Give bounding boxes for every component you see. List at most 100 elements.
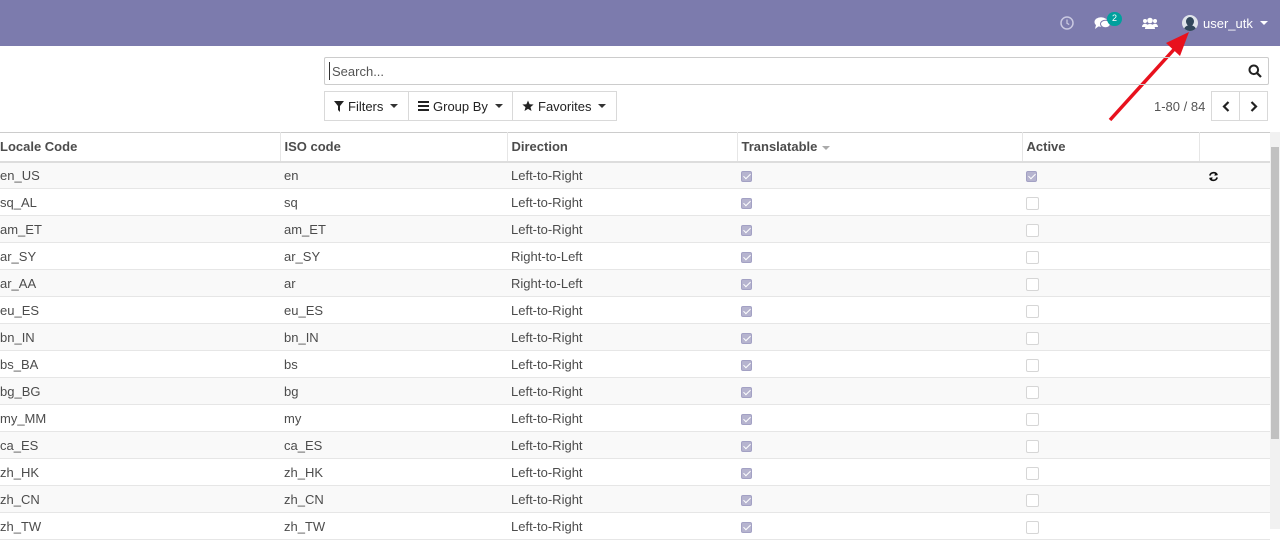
translatable-cell <box>737 350 1022 378</box>
direction-cell: Left-to-Right <box>507 188 737 216</box>
active-checkbox[interactable] <box>1026 331 1039 345</box>
pager-previous-button[interactable] <box>1211 91 1240 121</box>
direction-cell: Left-to-Right <box>507 323 737 351</box>
row-action-cell <box>1199 431 1270 459</box>
table-row[interactable]: sq_AL sq Left-to-Right <box>0 188 1270 216</box>
direction-cell: Left-to-Right <box>507 458 737 486</box>
translatable-checkbox[interactable] <box>741 413 752 425</box>
table-row[interactable]: bn_IN bn_IN Left-to-Right <box>0 323 1270 351</box>
active-checkbox[interactable] <box>1026 358 1039 372</box>
active-checkbox[interactable] <box>1026 493 1039 507</box>
active-cell <box>1022 431 1199 459</box>
active-checkbox[interactable] <box>1026 304 1039 318</box>
translatable-checkbox[interactable] <box>741 359 752 371</box>
active-checkbox[interactable] <box>1026 412 1039 426</box>
translatable-checkbox[interactable] <box>741 305 752 317</box>
translatable-checkbox[interactable] <box>741 521 752 533</box>
translatable-checkbox[interactable] <box>741 251 752 263</box>
table-row[interactable]: ar_AA ar Right-to-Left <box>0 269 1270 297</box>
search-box <box>324 57 1269 85</box>
column-header-iso-code[interactable]: ISO code <box>280 132 508 163</box>
active-checkbox[interactable] <box>1026 196 1039 210</box>
active-checkbox[interactable] <box>1026 277 1039 291</box>
column-header-translatable[interactable]: Translatable <box>737 132 1023 163</box>
pager-range[interactable]: 1-80 / 84 <box>1154 99 1205 114</box>
filters-button[interactable]: Filters <box>324 91 409 121</box>
row-action-cell <box>1199 242 1270 270</box>
chevron-left-icon <box>1221 100 1229 112</box>
active-cell <box>1022 296 1199 324</box>
table-row[interactable]: zh_TW zh_TW Left-to-Right <box>0 512 1270 540</box>
locale-code-cell: zh_TW <box>0 512 280 540</box>
active-checkbox[interactable] <box>1026 170 1037 182</box>
translatable-cell <box>737 242 1022 270</box>
top-navbar: 2 user_utk <box>0 0 1280 46</box>
sort-caret-icon <box>822 145 831 150</box>
translatable-checkbox[interactable] <box>741 170 752 182</box>
translatable-checkbox[interactable] <box>741 278 752 290</box>
translatable-checkbox[interactable] <box>741 440 752 452</box>
active-checkbox[interactable] <box>1026 520 1039 534</box>
translatable-checkbox[interactable] <box>741 467 752 479</box>
translatable-checkbox[interactable] <box>741 224 752 236</box>
iso-code-cell: ar <box>280 269 507 297</box>
chevron-down-icon <box>598 104 607 108</box>
active-cell <box>1022 485 1199 513</box>
group-by-button[interactable]: Group By <box>408 91 513 121</box>
translatable-checkbox[interactable] <box>741 386 752 398</box>
scrollbar-thumb[interactable] <box>1271 147 1279 439</box>
user-menu[interactable]: user_utk <box>1182 0 1268 46</box>
search-icon[interactable] <box>1248 64 1262 78</box>
table-row[interactable]: my_MM my Left-to-Right <box>0 404 1270 432</box>
table-row[interactable]: eu_ES eu_ES Left-to-Right <box>0 296 1270 324</box>
search-input[interactable] <box>329 62 1229 80</box>
active-checkbox[interactable] <box>1026 439 1039 453</box>
refresh-icon[interactable] <box>1208 171 1219 182</box>
table-row[interactable]: zh_HK zh_HK Left-to-Right <box>0 458 1270 486</box>
vertical-scrollbar[interactable] <box>1270 132 1280 529</box>
translatable-cell <box>737 215 1022 243</box>
locale-code-cell: ca_ES <box>0 431 280 459</box>
active-checkbox[interactable] <box>1026 466 1039 480</box>
users-group-icon[interactable] <box>1142 0 1158 46</box>
translatable-cell <box>737 296 1022 324</box>
filter-funnel-icon <box>334 100 344 112</box>
row-action-cell <box>1199 350 1270 378</box>
iso-code-cell: bs <box>280 350 507 378</box>
row-action-cell <box>1199 404 1270 432</box>
favorites-button[interactable]: Favorites <box>512 91 617 121</box>
translatable-cell <box>737 377 1022 405</box>
table-row[interactable]: ar_SY ar_SY Right-to-Left <box>0 242 1270 270</box>
active-checkbox[interactable] <box>1026 250 1039 264</box>
table-row[interactable]: en_US en Left-to-Right <box>0 161 1270 189</box>
translatable-cell <box>737 458 1022 486</box>
messages-count-badge: 2 <box>1107 12 1122 26</box>
translatable-checkbox[interactable] <box>741 197 752 209</box>
locale-code-cell: bn_IN <box>0 323 280 351</box>
iso-code-cell: ar_SY <box>280 242 507 270</box>
direction-cell: Left-to-Right <box>507 377 737 405</box>
locale-code-cell: my_MM <box>0 404 280 432</box>
translatable-checkbox[interactable] <box>741 332 752 344</box>
active-cell <box>1022 377 1199 405</box>
row-action-cell <box>1199 485 1270 513</box>
table-row[interactable]: bs_BA bs Left-to-Right <box>0 350 1270 378</box>
translatable-checkbox[interactable] <box>741 494 752 506</box>
active-cell <box>1022 161 1199 189</box>
direction-cell: Left-to-Right <box>507 161 737 189</box>
active-checkbox[interactable] <box>1026 223 1039 237</box>
row-action-cell <box>1199 512 1270 540</box>
active-checkbox[interactable] <box>1026 385 1039 399</box>
activity-clock-icon[interactable] <box>1060 0 1076 46</box>
iso-code-cell: zh_TW <box>280 512 507 540</box>
column-header-active[interactable]: Active <box>1022 132 1200 163</box>
column-header-locale-code[interactable]: Locale Code <box>0 132 281 163</box>
pager-next-button[interactable] <box>1239 91 1268 121</box>
table-row[interactable]: zh_CN zh_CN Left-to-Right <box>0 485 1270 513</box>
table-row[interactable]: bg_BG bg Left-to-Right <box>0 377 1270 405</box>
table-row[interactable]: am_ET am_ET Left-to-Right <box>0 215 1270 243</box>
table-row[interactable]: ca_ES ca_ES Left-to-Right <box>0 431 1270 459</box>
filters-label: Filters <box>348 98 384 114</box>
column-header-direction[interactable]: Direction <box>507 132 738 163</box>
languages-table: Locale Code ISO code Direction Translata… <box>0 132 1271 540</box>
